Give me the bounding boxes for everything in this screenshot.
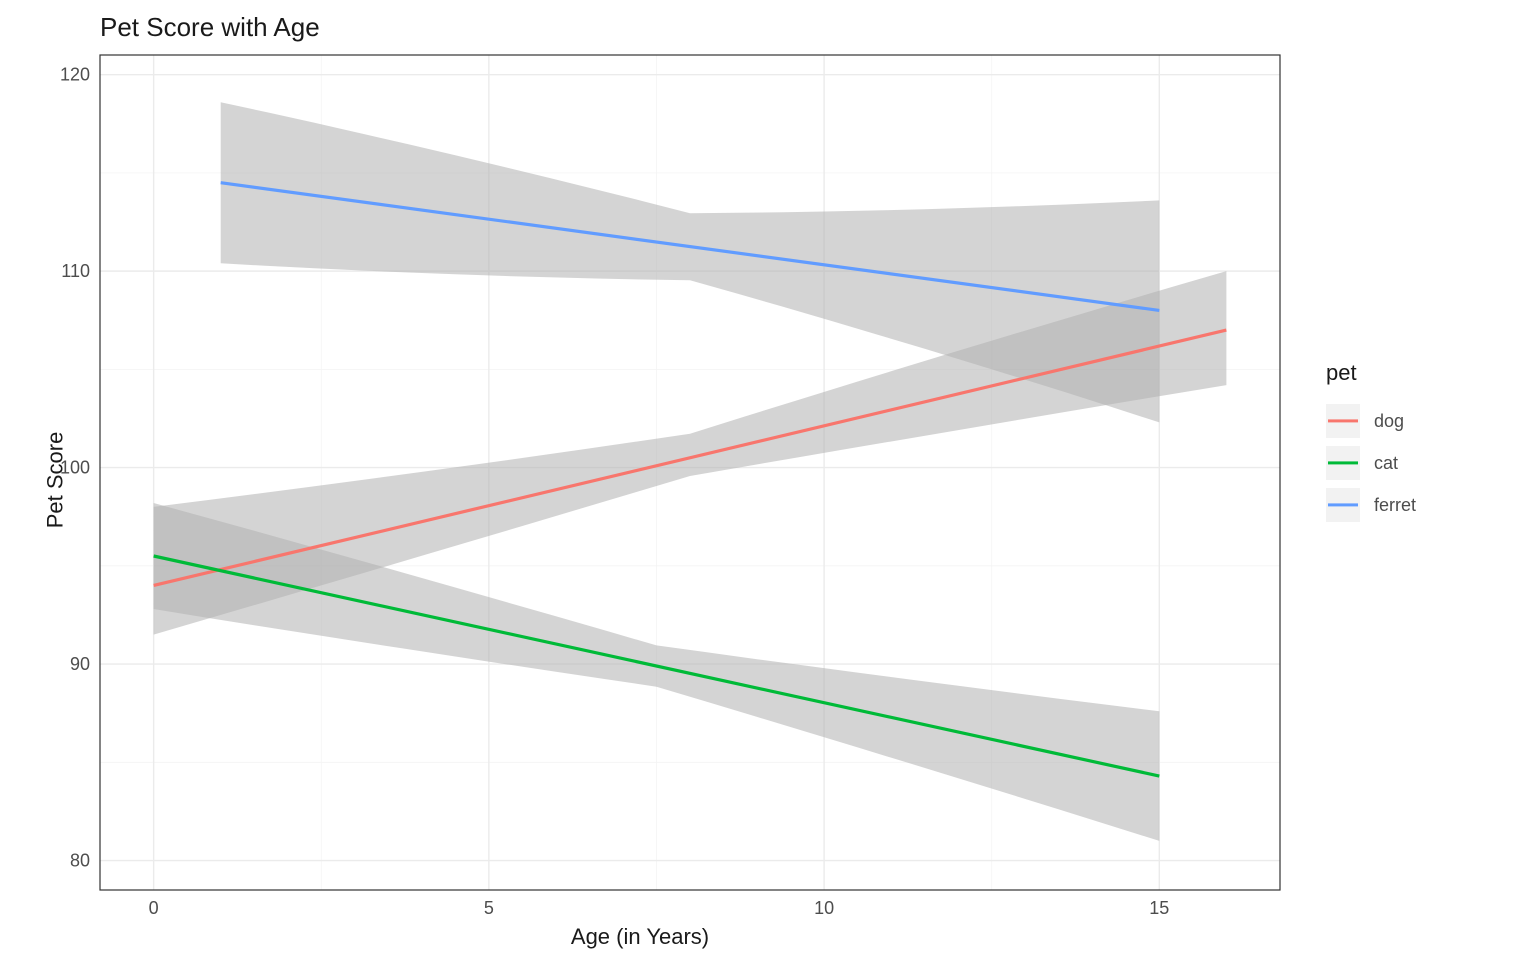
legend-title: pet: [1326, 360, 1496, 386]
svg-text:10: 10: [814, 898, 834, 918]
legend-label: cat: [1374, 453, 1398, 474]
legend-item-dog: dog: [1326, 400, 1496, 442]
legend-label: dog: [1374, 411, 1404, 432]
svg-text:15: 15: [1149, 898, 1169, 918]
chart-figure: Pet Score with Age 051015 8090100110120 …: [0, 0, 1536, 960]
svg-text:5: 5: [484, 898, 494, 918]
svg-text:110: 110: [61, 261, 90, 281]
confidence-band-ferret: [221, 102, 1160, 422]
chart-title: Pet Score with Age: [100, 12, 320, 43]
legend-key-icon: [1326, 404, 1360, 438]
legend-item-ferret: ferret: [1326, 484, 1496, 526]
series-line-dog: [154, 330, 1227, 585]
svg-text:80: 80: [70, 851, 90, 871]
svg-text:90: 90: [70, 654, 90, 674]
chart-canvas: 051015 8090100110120: [0, 0, 1536, 960]
svg-text:120: 120: [60, 65, 90, 85]
legend-key-icon: [1326, 488, 1360, 522]
x-axis-label: Age (in Years): [571, 924, 709, 950]
y-axis-label: Pet Score: [42, 432, 68, 529]
legend-key-icon: [1326, 446, 1360, 480]
legend-item-cat: cat: [1326, 442, 1496, 484]
legend: pet dog cat ferret: [1326, 360, 1496, 526]
legend-label: ferret: [1374, 495, 1416, 516]
svg-text:0: 0: [149, 898, 159, 918]
